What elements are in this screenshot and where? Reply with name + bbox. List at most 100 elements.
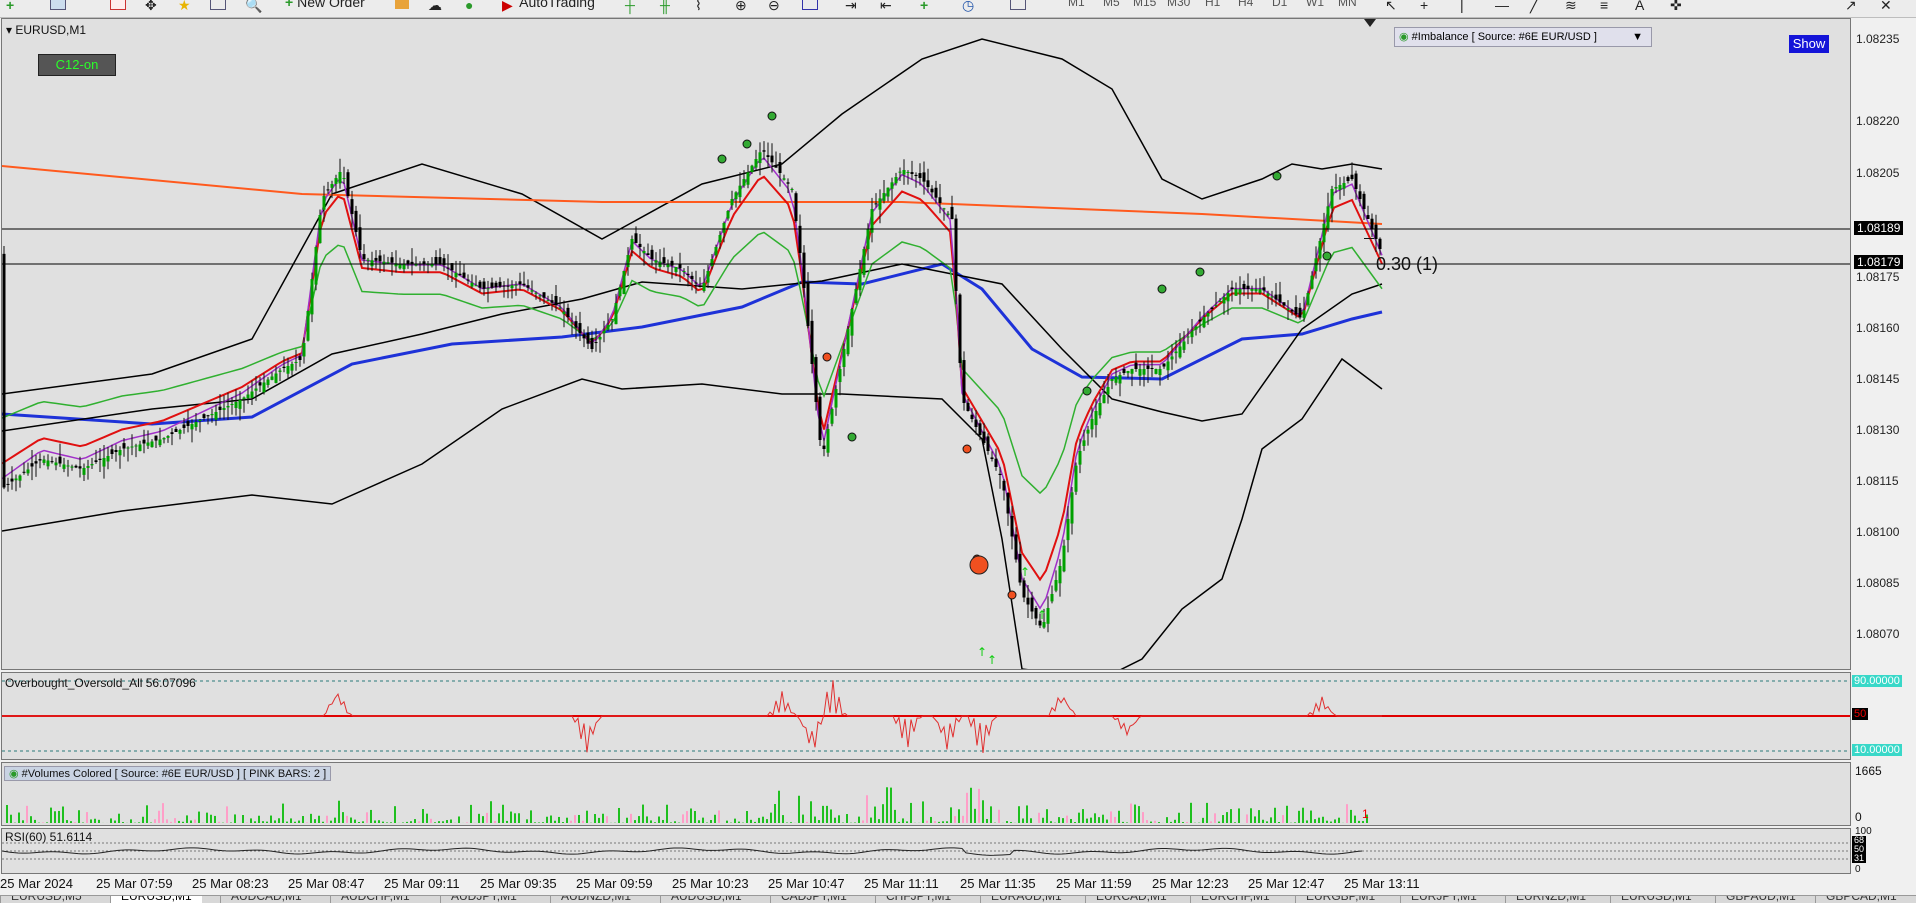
tf-w1-button[interactable]: W1: [1306, 0, 1324, 9]
volumes-pane[interactable]: ◉ #Volumes Colored [ Source: #6E EUR/USD…: [1, 762, 1851, 826]
volume-bar: [1170, 822, 1172, 823]
autoscroll-icon[interactable]: ⇤: [880, 0, 894, 12]
volume-bar: [282, 804, 284, 823]
templates-icon[interactable]: [1010, 0, 1026, 12]
overbought-oversold-pane[interactable]: Overbought_Oversold_All 56.07096: [1, 672, 1851, 760]
signal-dot-green: [848, 433, 856, 441]
volume-bar: [1106, 820, 1108, 823]
candle-body: [743, 179, 746, 186]
candle-body: [1055, 580, 1058, 591]
price-chart-canvas: ↑↑↑↑: [2, 19, 1850, 669]
imbalance-dropdown[interactable]: ◉ #Imbalance [ Source: #6E EUR/USD ] ▼: [1394, 27, 1652, 47]
new-chart-icon[interactable]: +: [6, 0, 20, 12]
settings-icon[interactable]: ✕: [1880, 0, 1894, 12]
candle-body: [31, 463, 34, 466]
text-icon[interactable]: A: [1635, 0, 1649, 12]
volume-bar: [34, 820, 36, 823]
rsi-line: [2, 848, 1362, 855]
candle-body: [923, 172, 926, 181]
tf-m1-button[interactable]: M1: [1068, 0, 1085, 9]
tf-mn-button[interactable]: MN: [1338, 0, 1357, 9]
navigator-icon[interactable]: ✥: [145, 0, 159, 12]
crosshair-icon[interactable]: +: [1420, 0, 1434, 12]
rsi-pane[interactable]: RSI(60) 51.6114: [1, 828, 1851, 874]
time-axis: 25 Mar 2024 25 Mar 07:59 25 Mar 08:23 25…: [0, 872, 1850, 894]
arrows-icon[interactable]: ✜: [1670, 0, 1684, 12]
volume-bar: [290, 818, 292, 823]
candle-body: [251, 392, 254, 399]
volume-bar: [234, 814, 236, 823]
signal-dot-orange: [963, 445, 971, 453]
candlestick-icon[interactable]: ╫: [660, 0, 674, 12]
bar-chart-icon[interactable]: ┼: [625, 0, 639, 12]
line-chart-icon[interactable]: ⌇: [695, 0, 709, 12]
candle-body: [1135, 363, 1138, 369]
candle-body: [1267, 294, 1270, 297]
candle-body: [763, 150, 766, 151]
volume-bar: [582, 821, 584, 823]
volume-bar: [1062, 818, 1064, 823]
tf-m30-button[interactable]: M30: [1167, 0, 1190, 9]
tf-d1-button[interactable]: D1: [1272, 0, 1287, 9]
channels-icon[interactable]: ≋: [1565, 0, 1579, 12]
tile-windows-icon[interactable]: [802, 0, 818, 12]
volume-bar: [138, 822, 140, 823]
volume-bar: [750, 820, 752, 823]
volume-bar: [110, 818, 112, 823]
candle-body: [283, 367, 286, 368]
vertical-line-icon[interactable]: |: [1460, 0, 1474, 12]
fibonacci-icon[interactable]: ≡: [1600, 0, 1614, 12]
candle-body: [1003, 481, 1006, 491]
zoom-in-icon[interactable]: ⊕: [735, 0, 749, 12]
profiles-icon[interactable]: [50, 0, 66, 12]
volume-bar: [1282, 815, 1284, 823]
market-watch-icon[interactable]: [110, 0, 126, 12]
tf-h4-button[interactable]: H4: [1238, 0, 1253, 9]
price-scale: 1.08235 1.08220 1.08205 1.08189 1.08179 …: [1850, 18, 1916, 668]
tf-h1-button[interactable]: H1: [1205, 0, 1220, 9]
volume-bar: [218, 822, 220, 823]
c12-toggle-button[interactable]: C12-on: [38, 54, 116, 76]
candle-body: [239, 400, 242, 409]
metaeditor-icon[interactable]: [395, 0, 409, 12]
signal-dot-orange: [823, 353, 831, 361]
volume-bar: [1306, 820, 1308, 823]
volume-bar: [834, 818, 836, 823]
horizontal-line-icon[interactable]: —: [1495, 0, 1509, 12]
cursor-icon[interactable]: ↖: [1385, 0, 1399, 12]
candle-body: [235, 402, 238, 408]
trendline-icon[interactable]: ╱: [1530, 0, 1544, 12]
volume-bar: [306, 822, 308, 823]
new-order-button[interactable]: + New Order: [285, 0, 365, 12]
volume-bar: [258, 816, 260, 823]
indicators-icon[interactable]: +: [920, 0, 934, 12]
volume-bar: [54, 811, 56, 823]
tf-m5-button[interactable]: M5: [1103, 0, 1120, 9]
candle-body: [1011, 516, 1014, 536]
tools-icon[interactable]: ↗: [1845, 0, 1859, 12]
signals-icon[interactable]: ☁: [428, 0, 442, 12]
volume-bar: [1250, 808, 1252, 823]
tf-m15-button[interactable]: M15: [1133, 0, 1156, 9]
volume-bar: [1114, 817, 1116, 823]
candle-body: [799, 226, 802, 253]
strategy-tester-icon[interactable]: 🔍: [245, 0, 259, 12]
show-button[interactable]: Show: [1789, 35, 1829, 53]
volume-bar: [626, 818, 628, 823]
volume-bar: [1098, 817, 1100, 823]
favorites-star-icon[interactable]: ★: [178, 0, 192, 12]
autotrading-button[interactable]: ▶ AutoTrading: [502, 0, 595, 12]
volume-bar: [1346, 804, 1348, 823]
chart-shift-icon[interactable]: ⇥: [845, 0, 859, 12]
volume-bar: [1206, 803, 1208, 823]
candle-body: [83, 468, 86, 475]
candle-body: [967, 403, 970, 411]
volume-bar: [174, 818, 176, 823]
candle-body: [863, 249, 866, 275]
main-chart-pane[interactable]: ↑↑↑↑ ▾ EURUSD,M1 C12-on ◉ #Imbalance [ S…: [1, 18, 1851, 670]
periods-icon[interactable]: ◷: [962, 0, 976, 12]
terminal-icon[interactable]: [210, 0, 226, 12]
zoom-out-icon[interactable]: ⊖: [768, 0, 782, 12]
market-icon[interactable]: ●: [465, 0, 479, 12]
signal-dot-green: [1158, 285, 1166, 293]
